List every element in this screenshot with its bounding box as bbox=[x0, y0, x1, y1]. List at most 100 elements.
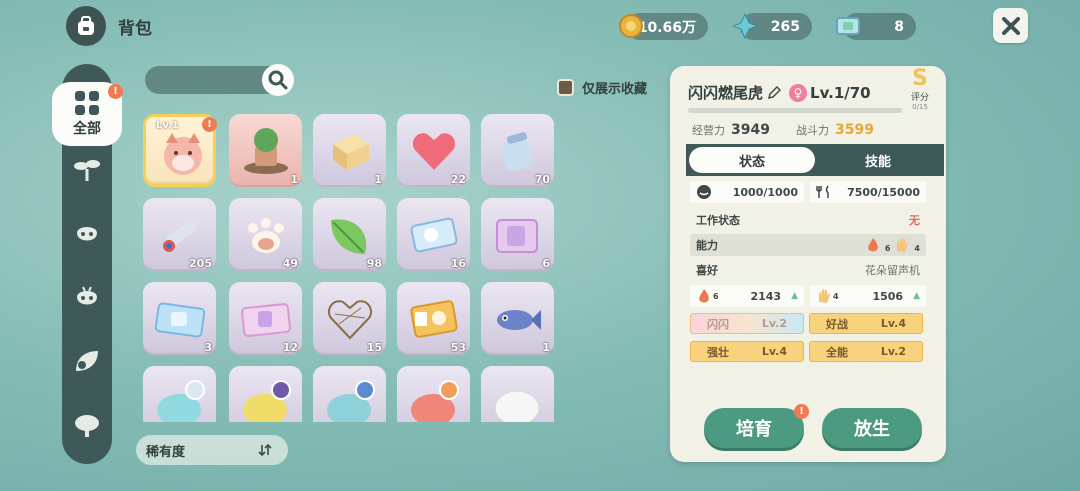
grid-item-slime-red[interactable] bbox=[397, 366, 470, 422]
trait-tag[interactable]: 好战 Lv.4 bbox=[809, 313, 923, 334]
favorites-checkbox[interactable] bbox=[557, 79, 574, 96]
coin-value: 10.66万 bbox=[637, 19, 696, 36]
grid-item-heart[interactable]: 22 bbox=[397, 114, 470, 187]
close-icon bbox=[1001, 16, 1020, 35]
fish-icon bbox=[493, 294, 543, 344]
grid-item-slime-white[interactable] bbox=[481, 366, 554, 422]
tab-skills[interactable]: 技能 bbox=[815, 147, 941, 173]
slime-yellow-icon bbox=[241, 378, 291, 422]
item-count: 1 bbox=[290, 173, 298, 186]
grid-item-paw[interactable]: 49 bbox=[229, 198, 302, 271]
pet-level: Lv.1/70 bbox=[810, 83, 871, 102]
grid-item-ticket-pink[interactable]: 12 bbox=[229, 282, 302, 355]
ability-fire-level: 6 bbox=[884, 244, 891, 253]
tab-status[interactable]: 状态 bbox=[689, 147, 815, 173]
combat-value: 3599 bbox=[835, 122, 874, 138]
trait-level: Lv.2 bbox=[880, 345, 906, 358]
category-creature-tab[interactable] bbox=[72, 282, 102, 312]
paw-icon bbox=[241, 210, 291, 260]
grid-item-leaf[interactable]: 98 bbox=[313, 198, 386, 271]
likes-row: 喜好 花朵留声机 bbox=[690, 259, 926, 281]
search-button[interactable] bbox=[262, 64, 294, 96]
trait-level: Lv.4 bbox=[880, 317, 906, 330]
likes-value: 花朵留声机 bbox=[865, 264, 920, 277]
grid-item-jar[interactable]: 70 bbox=[481, 114, 554, 187]
grid-item-ticket-card[interactable]: 6 bbox=[481, 198, 554, 271]
grid-item-treehouse[interactable]: 1 bbox=[229, 114, 302, 187]
grade-label: 评分 bbox=[910, 92, 929, 103]
combat-label: 战斗力 bbox=[796, 124, 829, 137]
grid-item-tiger[interactable]: Lv.1 ! bbox=[143, 114, 217, 187]
creature-icon bbox=[77, 286, 97, 305]
favorites-filter[interactable]: 仅展示收藏 bbox=[557, 78, 647, 97]
item-count: 16 bbox=[450, 257, 466, 270]
release-button[interactable]: 放生 bbox=[822, 408, 922, 448]
ability-label: 能力 bbox=[696, 239, 718, 252]
grid-item-slime-blue[interactable] bbox=[313, 366, 386, 422]
category-tree-tab[interactable] bbox=[72, 410, 102, 440]
category-pet-tab[interactable] bbox=[72, 218, 102, 248]
category-sprout-tab[interactable] bbox=[72, 154, 102, 184]
crystal-icon bbox=[730, 11, 760, 41]
item-count: 22 bbox=[450, 173, 466, 186]
leaf-item-icon bbox=[325, 210, 375, 260]
grid-item-music-ticket[interactable]: 53 bbox=[397, 282, 470, 355]
hand-icon bbox=[819, 289, 830, 303]
grid-item-slime-cyan[interactable] bbox=[143, 366, 216, 422]
ticket-value: 8 bbox=[894, 18, 904, 35]
search-icon bbox=[268, 70, 288, 90]
grid-item-ticket-blue[interactable]: 16 bbox=[397, 198, 470, 271]
item-grid: Lv.1 ! 1 1 22 70 205 49 98 16 6 3 12 15 … bbox=[143, 114, 563, 422]
grid-item-slime-yellow[interactable] bbox=[229, 366, 302, 422]
foster-alert-badge: ! bbox=[794, 404, 809, 419]
face-icon bbox=[697, 185, 711, 199]
item-count: 6 bbox=[542, 257, 550, 270]
edit-icon[interactable] bbox=[767, 85, 782, 100]
sort-label: 稀有度 bbox=[146, 444, 186, 460]
trait-level: Lv.4 bbox=[761, 345, 787, 358]
grid-item-heart-basket[interactable]: 15 bbox=[313, 282, 386, 355]
sprout-icon bbox=[74, 160, 100, 181]
pet-name-row: 闪闪燃尾虎 ♀ Lv.1/70 bbox=[688, 82, 871, 103]
trait-tag[interactable]: 闪闪 Lv.2 bbox=[690, 313, 804, 334]
crystal-counter[interactable]: 265 bbox=[732, 13, 812, 40]
utensils-icon bbox=[816, 185, 829, 198]
grade-letter: S bbox=[912, 65, 928, 91]
backpack-icon bbox=[66, 6, 106, 46]
work-status-row: 工作状态 无 bbox=[690, 209, 926, 231]
item-count: 12 bbox=[282, 341, 298, 354]
ability-row: 能力 6 4 bbox=[690, 234, 926, 256]
grid-item-fish[interactable]: 1 bbox=[481, 282, 554, 355]
grid-item-ice-ticket[interactable]: 3 bbox=[143, 282, 216, 355]
sort-dropdown[interactable]: 稀有度 bbox=[136, 435, 288, 465]
hand-icon bbox=[897, 238, 909, 252]
fire-stat-box: 6 2143 ▲ bbox=[690, 285, 804, 307]
sort-order-icon[interactable] bbox=[258, 443, 272, 457]
business-value: 3949 bbox=[731, 122, 770, 138]
grade-badge[interactable]: S 评分 0/15 bbox=[896, 62, 944, 116]
grid-item-box[interactable]: 1 bbox=[313, 114, 386, 187]
grid-item-telescope[interactable]: 205 bbox=[143, 198, 216, 271]
foster-button[interactable]: 培育 bbox=[704, 408, 804, 448]
ticket-counter[interactable]: 8 bbox=[836, 13, 916, 40]
crystal-value: 265 bbox=[770, 18, 800, 35]
tree-icon bbox=[75, 415, 99, 437]
ticket-blue-icon bbox=[409, 210, 459, 260]
box-icon bbox=[325, 126, 375, 176]
trait-name: 闪闪 bbox=[707, 317, 729, 331]
slime-cyan-icon bbox=[155, 378, 205, 422]
trait-tag[interactable]: 强壮 Lv.4 bbox=[690, 341, 804, 362]
slime-blue-icon bbox=[325, 378, 375, 422]
category-plant-tab[interactable] bbox=[72, 346, 102, 376]
ticket-card-icon bbox=[493, 210, 543, 260]
detail-tabs: 状态 技能 bbox=[686, 144, 944, 176]
close-button[interactable] bbox=[993, 8, 1028, 43]
grade-progress: 0/15 bbox=[912, 102, 928, 111]
ability-hand-level: 4 bbox=[914, 244, 920, 253]
trait-name: 好战 bbox=[826, 317, 848, 331]
trait-tag[interactable]: 全能 Lv.2 bbox=[809, 341, 923, 362]
category-alert-badge: ! bbox=[108, 84, 123, 99]
item-count: 1 bbox=[374, 173, 382, 186]
coin-counter[interactable]: 10.66万 bbox=[619, 13, 708, 40]
leaf-icon bbox=[76, 351, 98, 371]
